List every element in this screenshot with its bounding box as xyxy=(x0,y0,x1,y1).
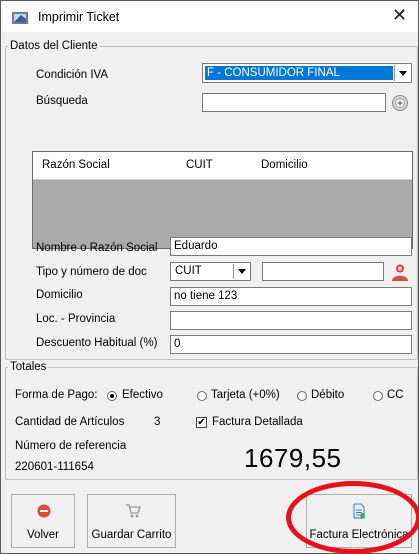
radio-cc[interactable] xyxy=(373,391,383,401)
nombre-label: Nombre o Razón Social xyxy=(36,242,158,254)
domicilio-label: Domicilio xyxy=(36,289,83,301)
factura-electronica-button[interactable]: Factura Electrónica xyxy=(306,494,412,548)
volver-button[interactable]: Volver xyxy=(11,494,75,548)
grid-header-cuit[interactable]: CUIT xyxy=(186,159,213,171)
condicion-iva-value: F - CONSUMIDOR FINAL xyxy=(205,66,393,80)
payment-option-label: CC xyxy=(387,389,404,401)
chevron-down-icon[interactable] xyxy=(394,65,410,81)
tipo-doc-select[interactable]: CUIT xyxy=(170,262,251,281)
condicion-iva-select[interactable]: F - CONSUMIDOR FINAL xyxy=(202,63,412,83)
guardar-carrito-button[interactable]: Guardar Carrito xyxy=(87,494,176,548)
cancel-icon xyxy=(37,504,51,518)
grid-header-razon-social[interactable]: Razón Social xyxy=(42,159,110,171)
volver-label: Volver xyxy=(27,529,59,541)
totals-legend: Totales xyxy=(10,361,47,373)
total-amount: 1679,55 xyxy=(244,443,342,473)
nombre-input[interactable]: Eduardo xyxy=(170,237,412,256)
app-icon xyxy=(12,12,28,24)
cantidad-value: 3 xyxy=(154,416,161,428)
grid-header-domicilio[interactable]: Domicilio xyxy=(261,159,308,171)
referencia-label: Número de referencia xyxy=(15,440,127,452)
forma-pago-label: Forma de Pago: xyxy=(15,389,98,401)
client-data-legend: Datos del Cliente xyxy=(10,40,98,52)
invoice-icon xyxy=(353,503,365,519)
client-results-grid[interactable]: Razón Social CUIT Domicilio xyxy=(32,151,413,249)
add-search-icon[interactable] xyxy=(391,94,409,112)
referencia-value: 220601-111654 xyxy=(15,461,94,473)
title-bar: Imprimir Ticket ✕ xyxy=(1,1,418,32)
factura-electronica-label: Factura Electrónica xyxy=(309,529,409,541)
payment-option-label: Débito xyxy=(311,389,345,401)
descuento-input[interactable]: 0 xyxy=(170,335,412,354)
cart-icon xyxy=(126,504,141,518)
radio-tarjeta[interactable] xyxy=(197,391,207,401)
tipo-doc-label: Tipo y número de doc xyxy=(36,266,147,278)
cantidad-label: Cantidad de Artículos xyxy=(15,416,125,428)
payment-option-label: Efectivo xyxy=(122,389,163,401)
domicilio-input[interactable]: no tiene 123 xyxy=(170,287,412,306)
factura-detallada-label: Factura Detallada xyxy=(212,416,303,428)
radio-debito[interactable] xyxy=(297,391,307,401)
tipo-doc-value: CUIT xyxy=(175,265,202,277)
loc-provincia-input[interactable] xyxy=(170,311,412,330)
busqueda-input[interactable] xyxy=(202,93,386,112)
radio-efectivo[interactable] xyxy=(107,391,117,401)
window-title: Imprimir Ticket xyxy=(38,10,120,24)
user-search-icon[interactable] xyxy=(390,262,410,282)
condicion-iva-label: Condición IVA xyxy=(36,69,109,81)
checkmark-icon[interactable]: ✔ xyxy=(196,417,207,428)
close-icon[interactable]: ✕ xyxy=(392,6,407,24)
payment-option-label: Tarjeta (+0%) xyxy=(211,389,280,401)
busqueda-label: Búsqueda xyxy=(36,95,88,107)
grid-header: Razón Social CUIT Domicilio xyxy=(33,152,412,180)
loc-provincia-label: Loc. - Provincia xyxy=(36,313,116,325)
descuento-label: Descuento Habitual (%) xyxy=(36,337,158,349)
chevron-down-icon[interactable] xyxy=(233,264,249,279)
guardar-carrito-label: Guardar Carrito xyxy=(91,529,172,541)
numero-doc-input[interactable] xyxy=(262,262,384,281)
